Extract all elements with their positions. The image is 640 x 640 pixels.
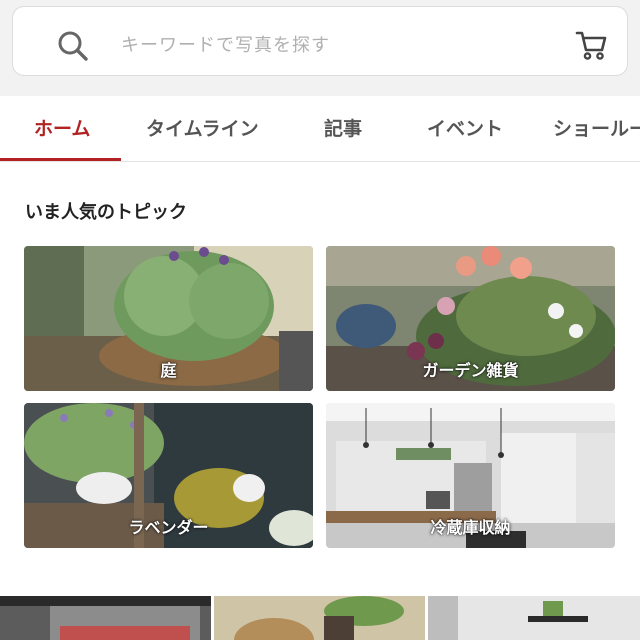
photo-feed <box>0 596 640 640</box>
feed-photo-image <box>214 596 425 640</box>
search-input[interactable]: キーワードで写真を探す <box>12 6 628 76</box>
tab-bar: ホーム タイムライン 記事 イベント ショールーム <box>0 96 640 162</box>
topic-label: ガーデン雑貨 <box>422 361 519 380</box>
feed-photo-image <box>428 596 640 640</box>
search-placeholder: キーワードで写真を探す <box>121 35 330 56</box>
feed-photo[interactable] <box>428 596 640 640</box>
tab-timeline[interactable]: タイムライン <box>146 114 259 141</box>
topic-label: 冷蔵庫収納 <box>430 518 511 537</box>
active-tab-indicator <box>0 158 121 161</box>
tab-articles[interactable]: 記事 <box>324 114 362 141</box>
tab-events[interactable]: イベント <box>427 114 503 141</box>
feed-photo-image <box>0 596 211 640</box>
search-icon <box>58 31 88 61</box>
topic-tile-garden-goods[interactable]: ガーデン雑貨 <box>326 246 615 391</box>
topic-tile-lavender[interactable]: ラベンダー <box>24 403 313 548</box>
topic-label: 庭 <box>160 361 177 380</box>
topic-tile-garden[interactable]: 庭 <box>24 246 313 391</box>
tab-showroom[interactable]: ショールーム <box>553 114 640 141</box>
cart-icon[interactable] <box>573 27 609 63</box>
section-title: いま人気のトピック <box>25 202 187 223</box>
topic-tile-fridge-storage[interactable]: 冷蔵庫収納 <box>326 403 615 548</box>
feed-photo[interactable] <box>0 596 211 640</box>
topic-label: ラベンダー <box>128 518 209 537</box>
header: キーワードで写真を探す <box>0 0 640 96</box>
tab-home[interactable]: ホーム <box>34 114 90 141</box>
feed-photo[interactable] <box>214 596 425 640</box>
